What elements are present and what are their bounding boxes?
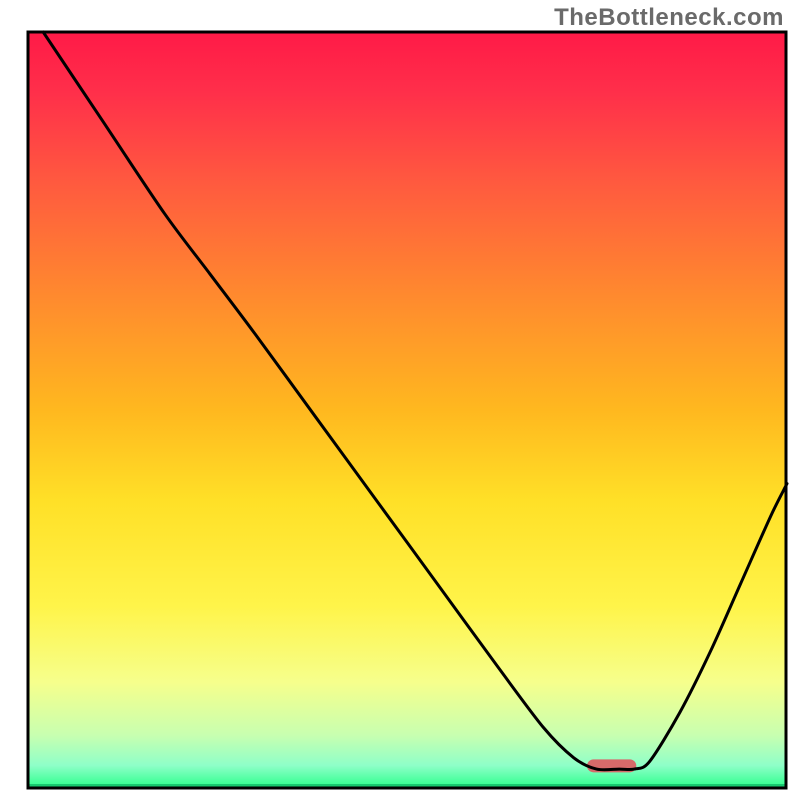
gradient-background — [28, 32, 786, 788]
chart-stage: TheBottleneck.com — [0, 0, 800, 800]
bottleneck-chart — [0, 0, 800, 800]
watermark-text: TheBottleneck.com — [554, 4, 784, 32]
